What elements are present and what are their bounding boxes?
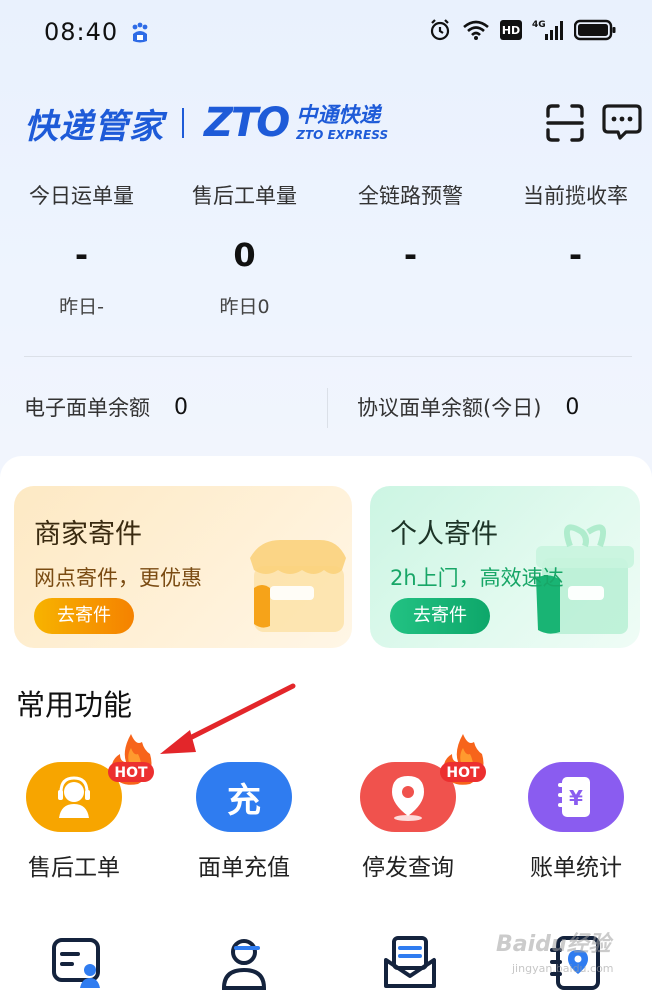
function-label: 售后工单 — [28, 855, 120, 881]
stat-label: 售后工单量 — [192, 184, 297, 208]
user-edit-icon[interactable] — [214, 932, 274, 992]
stat-sub — [494, 292, 652, 316]
function-waybill-recharge[interactable]: 充 面单充值 — [184, 762, 304, 882]
company-name-cn: 中通快递 — [296, 103, 381, 127]
wifi-icon — [463, 20, 489, 40]
svg-text:¥: ¥ — [569, 786, 583, 810]
status-icons: HD 4G — [428, 18, 616, 42]
promo-desc: 网点寄件，更优惠 — [34, 566, 202, 590]
function-stop-dispatch-query[interactable]: HOT 停发查询 — [348, 734, 486, 882]
stat-aftersales-orders[interactable]: 售后工单量 0 昨日0 — [163, 180, 326, 318]
balance-label: 电子面单余额 — [24, 396, 150, 420]
personal-ship-button[interactable]: 去寄件 — [390, 598, 490, 634]
balance-value: 0 — [174, 394, 188, 420]
electronic-waybill-balance[interactable]: 电子面单余额 0 — [24, 392, 188, 422]
svg-text:HD: HD — [502, 24, 520, 37]
stat-sub: 昨日- — [59, 296, 104, 318]
bill-yen-icon: ¥ — [528, 762, 624, 832]
function-bill-statistics[interactable]: ¥ 账单统计 — [516, 762, 636, 882]
promo-title: 个人寄件 — [390, 519, 498, 550]
message-icon[interactable] — [602, 102, 642, 142]
brand-separator — [182, 108, 184, 138]
svg-text:HOT: HOT — [446, 765, 480, 781]
shop-illustration-icon — [250, 540, 346, 632]
merchant-ship-button[interactable]: 去寄件 — [34, 598, 134, 634]
stat-value: - — [74, 236, 89, 274]
function-label: 停发查询 — [362, 855, 454, 881]
function-aftersales-order[interactable]: HOT 售后工单 — [14, 734, 154, 882]
stat-today-waybills[interactable]: 今日运单量 - 昨日- — [0, 180, 163, 318]
stat-pickup-rate[interactable]: 当前揽收率 - — [494, 180, 652, 316]
section-title: 常用功能 — [16, 688, 133, 722]
merchant-shipping-card[interactable]: 商家寄件 网点寄件，更优惠 去寄件 — [14, 486, 352, 648]
personal-shipping-card[interactable]: 个人寄件 2h上门，高效速达 去寄件 — [370, 486, 640, 648]
stat-sub — [329, 292, 492, 316]
stat-label: 今日运单量 — [29, 184, 134, 208]
stat-chain-alerts[interactable]: 全链路预警 - — [329, 180, 492, 316]
svg-text:4G: 4G — [532, 20, 546, 30]
hd-icon: HD — [500, 20, 522, 40]
promo-title: 商家寄件 — [34, 519, 142, 550]
stat-value: - — [568, 236, 583, 274]
status-bar: 08:40 HD 4G — [0, 0, 652, 64]
company-name-en: ZTO EXPRESS — [296, 128, 389, 142]
stat-label: 当前揽收率 — [523, 184, 628, 208]
stats-divider — [24, 356, 632, 357]
stat-label: 全链路预警 — [358, 184, 463, 208]
hot-badge-icon: HOT — [440, 734, 486, 785]
annotation-arrow-icon — [160, 683, 296, 754]
zto-logo: ZTO — [204, 100, 290, 146]
document-user-icon[interactable] — [48, 932, 108, 992]
recharge-glyph: 充 — [227, 780, 261, 821]
mail-inbox-icon[interactable] — [380, 932, 440, 992]
brand-logo: 快递管家 ZTO 中通快递 ZTO EXPRESS — [24, 100, 389, 147]
scan-icon[interactable] — [544, 102, 586, 144]
hot-badge-icon: HOT — [108, 734, 154, 785]
promo-desc: 2h上门，高效速达 — [390, 566, 564, 590]
function-label: 面单充值 — [198, 855, 290, 881]
baidu-watermark: Baidu经验 — [496, 932, 611, 957]
balance-divider — [327, 388, 328, 428]
agreement-waybill-balance[interactable]: 协议面单余额(今日) 0 — [357, 392, 579, 422]
zto-logo-text: 中通快递 ZTO EXPRESS — [296, 103, 389, 142]
status-time: 08:40 — [44, 18, 119, 46]
recharge-icon: 充 — [196, 762, 292, 832]
function-label: 账单统计 — [530, 855, 622, 881]
svg-text:HOT: HOT — [114, 765, 148, 781]
stat-value: 0 — [233, 236, 256, 274]
stat-sub: 昨日0 — [219, 296, 270, 318]
baidu-app-icon — [132, 22, 148, 43]
balance-label: 协议面单余额(今日) — [357, 396, 542, 420]
stat-value: - — [403, 236, 418, 274]
alarm-icon — [430, 19, 450, 41]
battery-icon — [574, 19, 616, 41]
baidu-watermark-url: jingyan.baidu.com — [512, 962, 614, 975]
app-name: 快递管家 — [24, 106, 164, 147]
balance-value: 0 — [565, 394, 580, 420]
signal-4g-icon: 4G — [532, 20, 563, 40]
